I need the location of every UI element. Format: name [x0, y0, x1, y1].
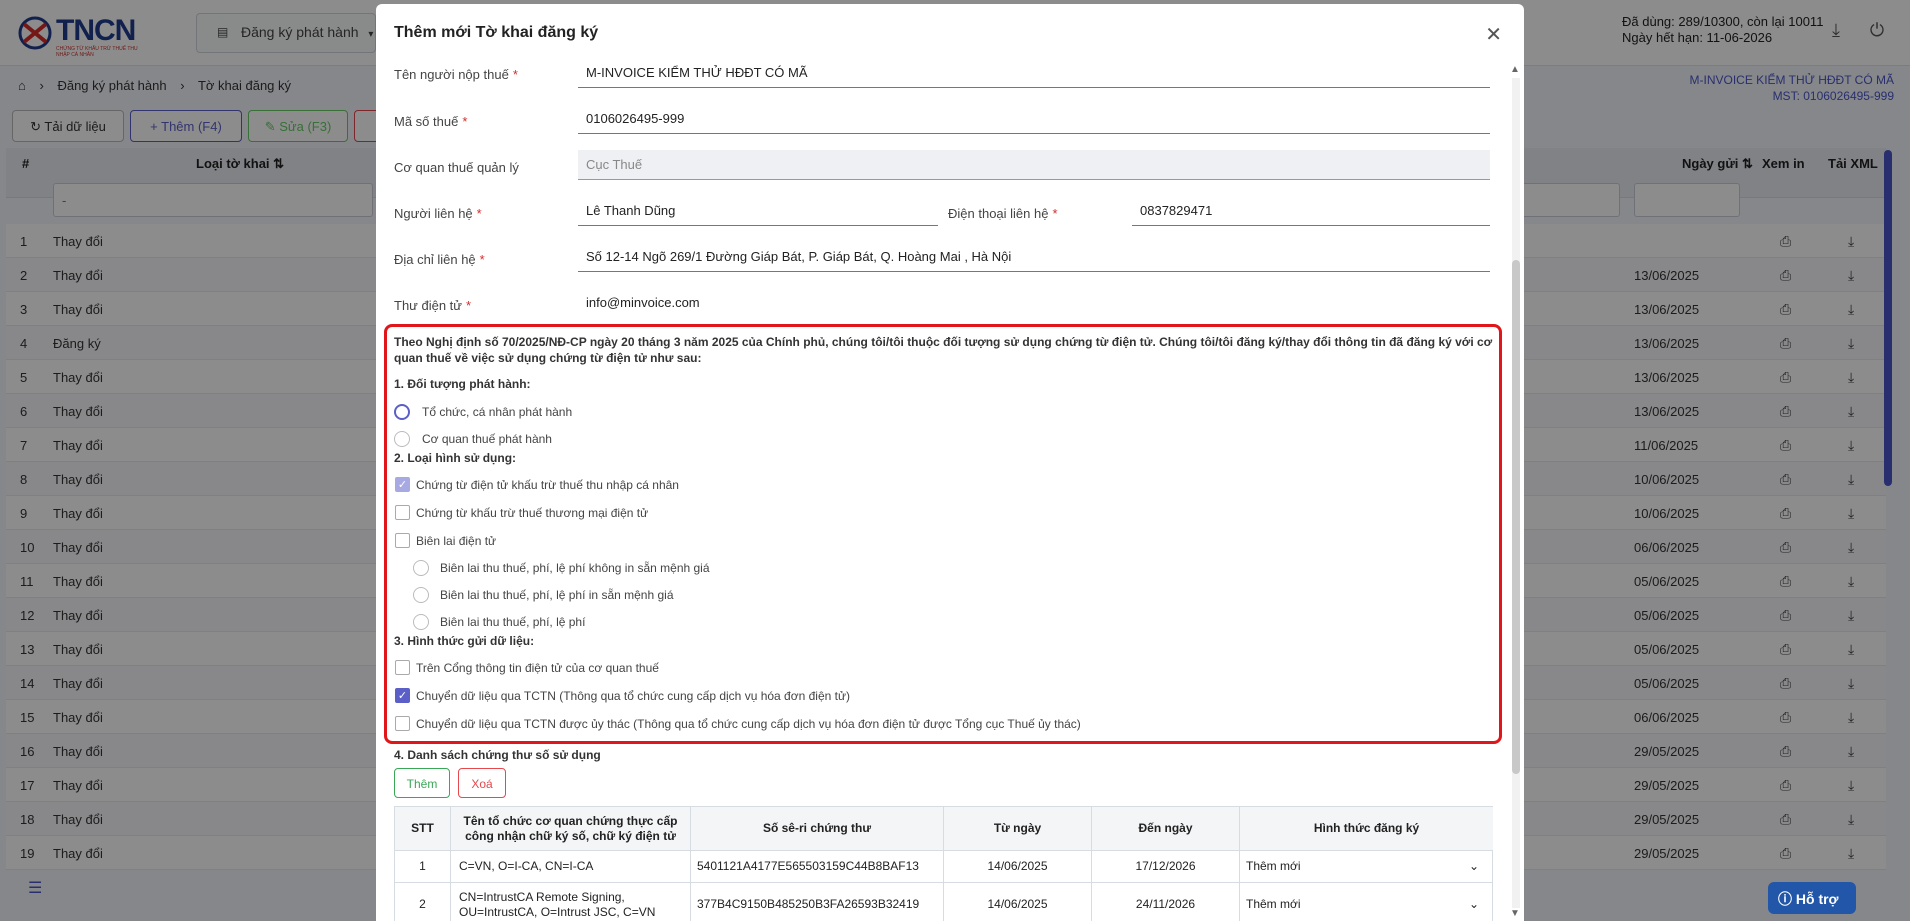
required-mark: *: [1052, 206, 1058, 221]
ecommerce-voucher-label[interactable]: Chứng từ khấu trừ thuế thương mại điện t…: [416, 506, 648, 524]
help-button[interactable]: ⓘ Hỗ trợ: [1768, 882, 1856, 914]
cert-cell-to: 24/11/2026: [1092, 883, 1240, 921]
cert-form-value: Thêm mới: [1246, 859, 1301, 873]
cert-form-select[interactable]: Thêm mới ⌄: [1240, 851, 1493, 883]
phone-label-text: Điện thoại liên hệ: [948, 206, 1049, 221]
taxcode-field[interactable]: 0106026495-999: [578, 104, 1490, 134]
cert-col-serial: Số sê-ri chứng thư: [691, 807, 944, 851]
taxcode-label: Mã số thuế *: [394, 114, 467, 129]
receipt-fee-radio[interactable]: [413, 614, 429, 630]
receipt-denom-label[interactable]: Biên lai thu thuế, phí, lệ phí in sẵn mệ…: [440, 588, 674, 606]
section4-title: 4. Danh sách chứng thư số sử dụng: [394, 748, 601, 762]
address-field[interactable]: Số 12-14 Ngõ 269/1 Đường Giáp Bát, P. Gi…: [578, 242, 1490, 272]
cert-cell-serial: 5401121A4177E565503159C44B8BAF13: [691, 851, 944, 883]
cert-col-from: Từ ngày: [944, 807, 1092, 851]
e-receipt-label[interactable]: Biên lai điện tử: [416, 534, 496, 552]
scroll-up-icon[interactable]: ▲: [1510, 64, 1520, 75]
issuer-org-radio[interactable]: [394, 404, 410, 420]
receipt-no-denom-label[interactable]: Biên lai thu thuế, phí, lệ phí không in …: [440, 561, 710, 579]
help-icon: ⓘ: [1778, 891, 1796, 907]
phone-label: Điện thoại liên hệ *: [948, 206, 1058, 221]
required-mark: *: [476, 206, 482, 221]
contact-label: Người liên hệ *: [394, 206, 482, 221]
required-mark: *: [512, 67, 518, 82]
certificate-table: STT Tên tổ chức cơ quan chứng thực cấp c…: [394, 806, 1493, 921]
cert-cell-org: C=VN, O=I-CA, CN=I-CA: [451, 851, 691, 883]
required-mark: *: [462, 114, 468, 129]
portal-checkbox[interactable]: [395, 660, 410, 675]
section3-title: 3. Hình thức gửi dữ liệu:: [394, 634, 535, 648]
receipt-denom-radio[interactable]: [413, 587, 429, 603]
section1-title: 1. Đối tượng phát hành:: [394, 377, 531, 391]
e-receipt-checkbox[interactable]: [395, 533, 410, 548]
ecommerce-voucher-checkbox[interactable]: [395, 505, 410, 520]
contact-field[interactable]: Lê Thanh Dũng: [578, 196, 938, 226]
cert-col-org: Tên tổ chức cơ quan chứng thực cấp công …: [451, 807, 691, 851]
pit-voucher-checkbox[interactable]: ✓: [395, 477, 410, 492]
receipt-no-denom-radio[interactable]: [413, 560, 429, 576]
taxpayer-field[interactable]: M-INVOICE KIỂM THỬ HĐĐT CÓ MÃ: [578, 58, 1490, 88]
cert-col-form: Hình thức đăng ký: [1240, 807, 1493, 851]
cert-col-stt: STT: [395, 807, 451, 851]
tctn-checkbox[interactable]: ✓: [395, 688, 410, 703]
issuer-org-label[interactable]: Tổ chức, cá nhân phát hành: [422, 405, 572, 423]
issuer-taxoffice-label[interactable]: Cơ quan thuế phát hành: [422, 432, 552, 450]
chevron-down-icon: ⌄: [1468, 897, 1479, 911]
tctn-entrusted-checkbox[interactable]: [395, 716, 410, 731]
taxcode-label-text: Mã số thuế: [394, 114, 459, 129]
portal-label[interactable]: Trên Cổng thông tin điện tử của cơ quan …: [416, 661, 659, 679]
decree-intro: Theo Nghị định số 70/2025/NĐ-CP ngày 20 …: [394, 335, 1493, 365]
modal-scrollbar[interactable]: ▲ ▼: [1510, 64, 1520, 921]
taxpayer-label-text: Tên người nộp thuế: [394, 67, 509, 82]
cert-cell-stt: 2: [395, 883, 451, 921]
modal-title: Thêm mới Tờ khai đăng ký: [394, 24, 599, 41]
required-mark: *: [479, 252, 485, 267]
tctn-label[interactable]: Chuyển dữ liệu qua TCTN (Thông qua tổ ch…: [416, 689, 850, 707]
phone-field[interactable]: 0837829471: [1132, 196, 1490, 226]
cert-cell-to: 17/12/2026: [1092, 851, 1240, 883]
cert-form-select[interactable]: Thêm mới ⌄: [1240, 883, 1493, 921]
cert-cell-org: CN=IntrustCA Remote Signing, OU=IntrustC…: [451, 883, 691, 921]
email-field[interactable]: info@minvoice.com: [578, 288, 1490, 318]
add-certificate-button[interactable]: Thêm: [394, 768, 450, 798]
contact-label-text: Người liên hệ: [394, 206, 473, 221]
cert-cell-from: 14/06/2025: [944, 851, 1092, 883]
chevron-down-icon: ⌄: [1468, 859, 1479, 873]
cert-form-value: Thêm mới: [1246, 897, 1301, 911]
address-label: Địa chỉ liên hệ *: [394, 252, 485, 267]
cert-col-to: Đến ngày: [1092, 807, 1240, 851]
close-icon[interactable]: ✕: [1485, 22, 1502, 47]
cert-cell-stt: 1: [395, 851, 451, 883]
registration-modal: Thêm mới Tờ khai đăng ký ✕ Tên người nộp…: [376, 4, 1524, 921]
address-label-text: Địa chỉ liên hệ: [394, 252, 476, 267]
cert-cell-serial: 377B4C9150B485250B3FA26593B32419: [691, 883, 944, 921]
taxpayer-label: Tên người nộp thuế *: [394, 67, 518, 82]
delete-certificate-button[interactable]: Xoá: [458, 768, 506, 798]
highlight-box: [384, 324, 1502, 744]
taxoffice-field[interactable]: Cục Thuế: [578, 150, 1490, 180]
cert-cell-from: 14/06/2025: [944, 883, 1092, 921]
email-label-text: Thư điện tử: [394, 298, 462, 313]
taxoffice-label: Cơ quan thuế quản lý: [394, 160, 519, 175]
scroll-down-icon[interactable]: ▼: [1510, 908, 1520, 919]
pit-voucher-label[interactable]: Chứng từ điện tử khấu trừ thuế thu nhập …: [416, 478, 679, 496]
receipt-fee-label[interactable]: Biên lai thu thuế, phí, lệ phí: [440, 615, 585, 633]
section2-title: 2. Loại hình sử dụng:: [394, 451, 517, 465]
issuer-taxoffice-radio[interactable]: [394, 431, 410, 447]
help-label: Hỗ trợ: [1795, 891, 1839, 907]
scroll-thumb[interactable]: [1512, 260, 1520, 774]
email-label: Thư điện tử *: [394, 298, 471, 313]
tctn-entrusted-label[interactable]: Chuyển dữ liệu qua TCTN được ủy thác (Th…: [416, 717, 1081, 735]
required-mark: *: [466, 298, 472, 313]
